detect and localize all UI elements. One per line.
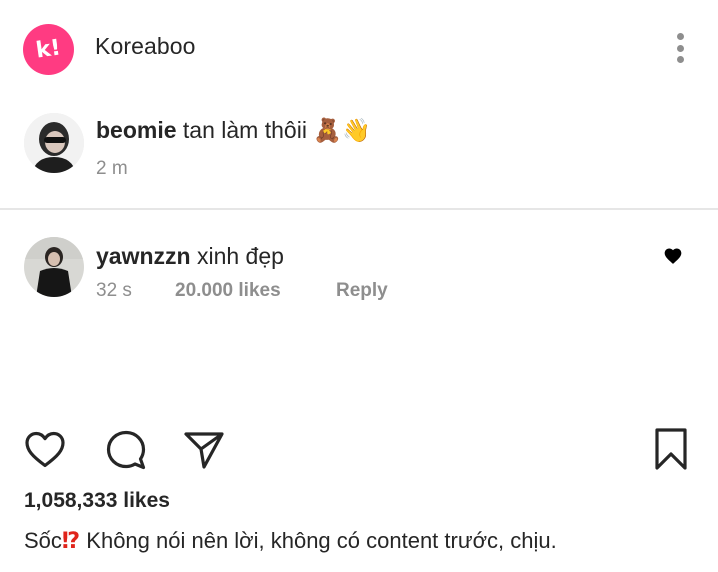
user-photo-icon bbox=[24, 113, 84, 173]
account-avatar[interactable]: k! bbox=[23, 24, 74, 75]
comment-timestamp: 32 s bbox=[96, 280, 132, 301]
heart-filled-icon[interactable] bbox=[663, 246, 683, 266]
paper-plane-icon[interactable] bbox=[183, 430, 225, 470]
heart-outline-icon[interactable] bbox=[24, 430, 66, 470]
post-caption: Sốc⁉ Không nói nên lời, không có content… bbox=[24, 528, 557, 554]
comment-username[interactable]: yawnzzn bbox=[96, 243, 191, 269]
exclamation-question-icon: ⁉ bbox=[61, 529, 81, 554]
comment-likes-count[interactable]: 20.000 likes bbox=[175, 280, 281, 302]
divider bbox=[0, 208, 718, 210]
more-vertical-icon[interactable] bbox=[670, 30, 690, 66]
bookmark-icon[interactable] bbox=[654, 427, 688, 471]
comment-bubble-icon[interactable] bbox=[104, 428, 148, 472]
caption-comment: beomie tan làm thôii 🧸👋 bbox=[96, 117, 371, 144]
avatar[interactable] bbox=[24, 237, 84, 297]
comment-username[interactable]: beomie bbox=[96, 117, 177, 143]
account-name[interactable]: Koreaboo bbox=[95, 33, 196, 60]
likes-count[interactable]: 1,058,333 likes bbox=[24, 489, 170, 513]
comment-text: xinh đẹp bbox=[196, 243, 284, 269]
comment-emojis: 🧸👋 bbox=[313, 118, 371, 144]
caption-prefix: Sốc bbox=[24, 528, 62, 553]
koreaboo-logo: k! bbox=[34, 34, 63, 64]
reply-comment: yawnzzn xinh đẹp bbox=[96, 243, 284, 270]
reply-button[interactable]: Reply bbox=[336, 280, 388, 302]
comment-text: tan làm thôii bbox=[182, 117, 307, 143]
avatar[interactable] bbox=[24, 113, 84, 173]
comment-timestamp: 2 m bbox=[96, 158, 128, 179]
caption-text: Không nói nên lời, không có content trướ… bbox=[86, 528, 557, 553]
user-photo-icon bbox=[24, 237, 84, 297]
